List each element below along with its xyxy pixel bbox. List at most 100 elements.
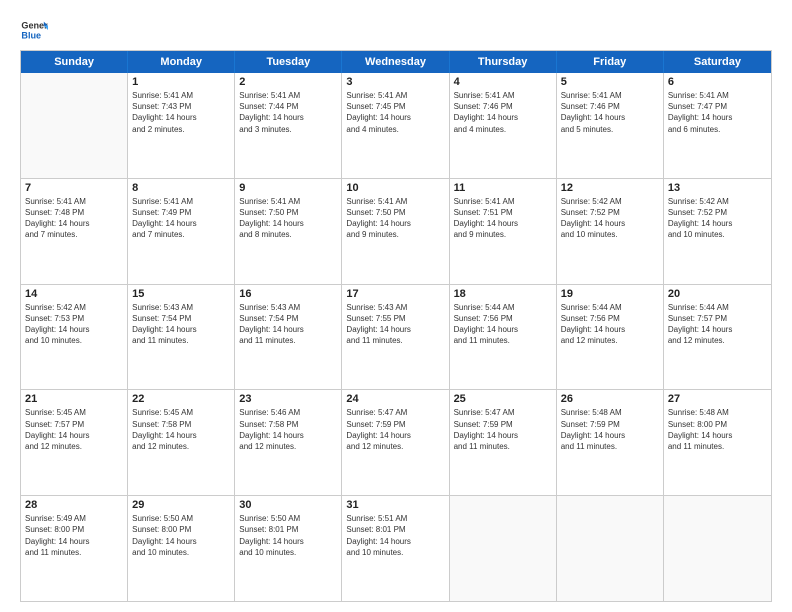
cal-cell: 13Sunrise: 5:42 AM Sunset: 7:52 PM Dayli…	[664, 179, 771, 284]
logo: General Blue	[20, 16, 48, 44]
day-info: Sunrise: 5:41 AM Sunset: 7:48 PM Dayligh…	[25, 196, 123, 241]
day-info: Sunrise: 5:43 AM Sunset: 7:54 PM Dayligh…	[132, 302, 230, 347]
day-number: 28	[25, 499, 123, 511]
day-number: 5	[561, 76, 659, 88]
day-number: 29	[132, 499, 230, 511]
cal-cell: 10 Sunrise: 5:41 AM Sunset: 7:50 PM Dayli…	[342, 179, 449, 284]
day-info: Sunrise: 5:45 AM Sunset: 7:58 PM Dayligh…	[132, 407, 230, 452]
day-number: 9	[239, 182, 337, 194]
cal-week: 7 Sunrise: 5:41 AM Sunset: 7:48 PM Daylig…	[21, 179, 771, 285]
cal-cell: 8 Sunrise: 5:41 AM Sunset: 7:49 PM Daylig…	[128, 179, 235, 284]
day-info: Sunrise: 5:42 AM Sunset: 7:53 PM Dayligh…	[25, 302, 123, 347]
day-info: Sunrise: 5:41 AM Sunset: 7:44 PM Dayligh…	[239, 90, 337, 135]
cal-cell: 16 Sunrise: 5:43 AM Sunset: 7:54 PM Dayli…	[235, 285, 342, 390]
cal-cell: 22 Sunrise: 5:45 AM Sunset: 7:58 PM Dayli…	[128, 390, 235, 495]
cal-cell	[557, 496, 664, 601]
day-number: 12	[561, 182, 659, 194]
cal-week: 28 Sunrise: 5:49 AM Sunset: 8:00 PM Dayli…	[21, 496, 771, 601]
logo-icon: General Blue	[20, 16, 48, 44]
cal-cell: 31 Sunrise: 5:51 AM Sunset: 8:01 PM Dayli…	[342, 496, 449, 601]
day-number: 27	[668, 393, 767, 405]
day-number: 3	[346, 76, 444, 88]
cal-header-cell: Wednesday	[342, 51, 449, 73]
cal-cell: 9 Sunrise: 5:41 AM Sunset: 7:50 PM Daylig…	[235, 179, 342, 284]
day-info: Sunrise: 5:41 AM Sunset: 7:45 PM Dayligh…	[346, 90, 444, 135]
page: General Blue SundayMondayTuesdayWednesda…	[0, 0, 792, 612]
day-info: Sunrise: 5:45 AM Sunset: 7:57 PM Dayligh…	[25, 407, 123, 452]
cal-cell	[21, 73, 128, 178]
day-number: 2	[239, 76, 337, 88]
day-info: Sunrise: 5:41 AM Sunset: 7:50 PM Dayligh…	[239, 196, 337, 241]
cal-cell: 29 Sunrise: 5:50 AM Sunset: 8:00 PM Dayli…	[128, 496, 235, 601]
day-number: 7	[25, 182, 123, 194]
day-info: Sunrise: 5:41 AM Sunset: 7:43 PM Dayligh…	[132, 90, 230, 135]
day-info: Sunrise: 5:41 AM Sunset: 7:49 PM Dayligh…	[132, 196, 230, 241]
calendar: SundayMondayTuesdayWednesdayThursdayFrid…	[20, 50, 772, 602]
day-info: Sunrise: 5:41 AM Sunset: 7:50 PM Dayligh…	[346, 196, 444, 241]
day-info: Sunrise: 5:50 AM Sunset: 8:01 PM Dayligh…	[239, 513, 337, 558]
day-number: 15	[132, 288, 230, 300]
cal-cell: 24Sunrise: 5:47 AM Sunset: 7:59 PM Dayli…	[342, 390, 449, 495]
day-number: 17	[346, 288, 444, 300]
day-number: 30	[239, 499, 337, 511]
cal-header-cell: Sunday	[21, 51, 128, 73]
day-number: 14	[25, 288, 123, 300]
cal-cell: 28 Sunrise: 5:49 AM Sunset: 8:00 PM Dayli…	[21, 496, 128, 601]
calendar-body: 1 Sunrise: 5:41 AM Sunset: 7:43 PM Daylig…	[21, 73, 771, 601]
cal-cell: 14 Sunrise: 5:42 AM Sunset: 7:53 PM Dayli…	[21, 285, 128, 390]
cal-cell: 15 Sunrise: 5:43 AM Sunset: 7:54 PM Dayli…	[128, 285, 235, 390]
day-number: 21	[25, 393, 123, 405]
day-number: 20	[668, 288, 767, 300]
cal-cell	[450, 496, 557, 601]
day-info: Sunrise: 5:41 AM Sunset: 7:46 PM Dayligh…	[454, 90, 552, 135]
day-info: Sunrise: 5:49 AM Sunset: 8:00 PM Dayligh…	[25, 513, 123, 558]
cal-cell: 12 Sunrise: 5:42 AM Sunset: 7:52 PM Dayli…	[557, 179, 664, 284]
day-info: Sunrise: 5:42 AM Sunset: 7:52 PM Dayligh…	[668, 196, 767, 241]
day-info: Sunrise: 5:48 AM Sunset: 8:00 PM Dayligh…	[668, 407, 767, 452]
day-info: Sunrise: 5:51 AM Sunset: 8:01 PM Dayligh…	[346, 513, 444, 558]
day-number: 31	[346, 499, 444, 511]
cal-cell: 18Sunrise: 5:44 AM Sunset: 7:56 PM Dayli…	[450, 285, 557, 390]
cal-week: 1 Sunrise: 5:41 AM Sunset: 7:43 PM Daylig…	[21, 73, 771, 179]
day-number: 11	[454, 182, 552, 194]
cal-cell: 6Sunrise: 5:41 AM Sunset: 7:47 PM Daylig…	[664, 73, 771, 178]
cal-cell: 17 Sunrise: 5:43 AM Sunset: 7:55 PM Dayli…	[342, 285, 449, 390]
day-info: Sunrise: 5:42 AM Sunset: 7:52 PM Dayligh…	[561, 196, 659, 241]
cal-cell: 23 Sunrise: 5:46 AM Sunset: 7:58 PM Dayli…	[235, 390, 342, 495]
day-info: Sunrise: 5:46 AM Sunset: 7:58 PM Dayligh…	[239, 407, 337, 452]
day-info: Sunrise: 5:48 AM Sunset: 7:59 PM Dayligh…	[561, 407, 659, 452]
day-number: 8	[132, 182, 230, 194]
day-number: 24	[346, 393, 444, 405]
day-number: 19	[561, 288, 659, 300]
calendar-header: SundayMondayTuesdayWednesdayThursdayFrid…	[21, 51, 771, 73]
cal-header-cell: Monday	[128, 51, 235, 73]
day-info: Sunrise: 5:50 AM Sunset: 8:00 PM Dayligh…	[132, 513, 230, 558]
day-number: 1	[132, 76, 230, 88]
day-number: 16	[239, 288, 337, 300]
day-number: 26	[561, 393, 659, 405]
cal-week: 21 Sunrise: 5:45 AM Sunset: 7:57 PM Dayli…	[21, 390, 771, 496]
cal-header-cell: Saturday	[664, 51, 771, 73]
day-number: 22	[132, 393, 230, 405]
cal-cell: 4 Sunrise: 5:41 AM Sunset: 7:46 PM Daylig…	[450, 73, 557, 178]
day-info: Sunrise: 5:43 AM Sunset: 7:55 PM Dayligh…	[346, 302, 444, 347]
cal-cell: 5Sunrise: 5:41 AM Sunset: 7:46 PM Daylig…	[557, 73, 664, 178]
day-info: Sunrise: 5:44 AM Sunset: 7:56 PM Dayligh…	[561, 302, 659, 347]
cal-cell: 2 Sunrise: 5:41 AM Sunset: 7:44 PM Daylig…	[235, 73, 342, 178]
cal-cell: 11 Sunrise: 5:41 AM Sunset: 7:51 PM Dayli…	[450, 179, 557, 284]
cal-cell: 30 Sunrise: 5:50 AM Sunset: 8:01 PM Dayli…	[235, 496, 342, 601]
day-info: Sunrise: 5:47 AM Sunset: 7:59 PM Dayligh…	[454, 407, 552, 452]
day-number: 10	[346, 182, 444, 194]
day-info: Sunrise: 5:44 AM Sunset: 7:57 PM Dayligh…	[668, 302, 767, 347]
day-number: 4	[454, 76, 552, 88]
cal-week: 14 Sunrise: 5:42 AM Sunset: 7:53 PM Dayli…	[21, 285, 771, 391]
cal-header-cell: Friday	[557, 51, 664, 73]
day-number: 18	[454, 288, 552, 300]
cal-header-cell: Thursday	[450, 51, 557, 73]
day-info: Sunrise: 5:43 AM Sunset: 7:54 PM Dayligh…	[239, 302, 337, 347]
day-info: Sunrise: 5:41 AM Sunset: 7:51 PM Dayligh…	[454, 196, 552, 241]
header: General Blue	[20, 16, 772, 44]
cal-cell: 27 Sunrise: 5:48 AM Sunset: 8:00 PM Dayli…	[664, 390, 771, 495]
day-number: 23	[239, 393, 337, 405]
day-number: 6	[668, 76, 767, 88]
